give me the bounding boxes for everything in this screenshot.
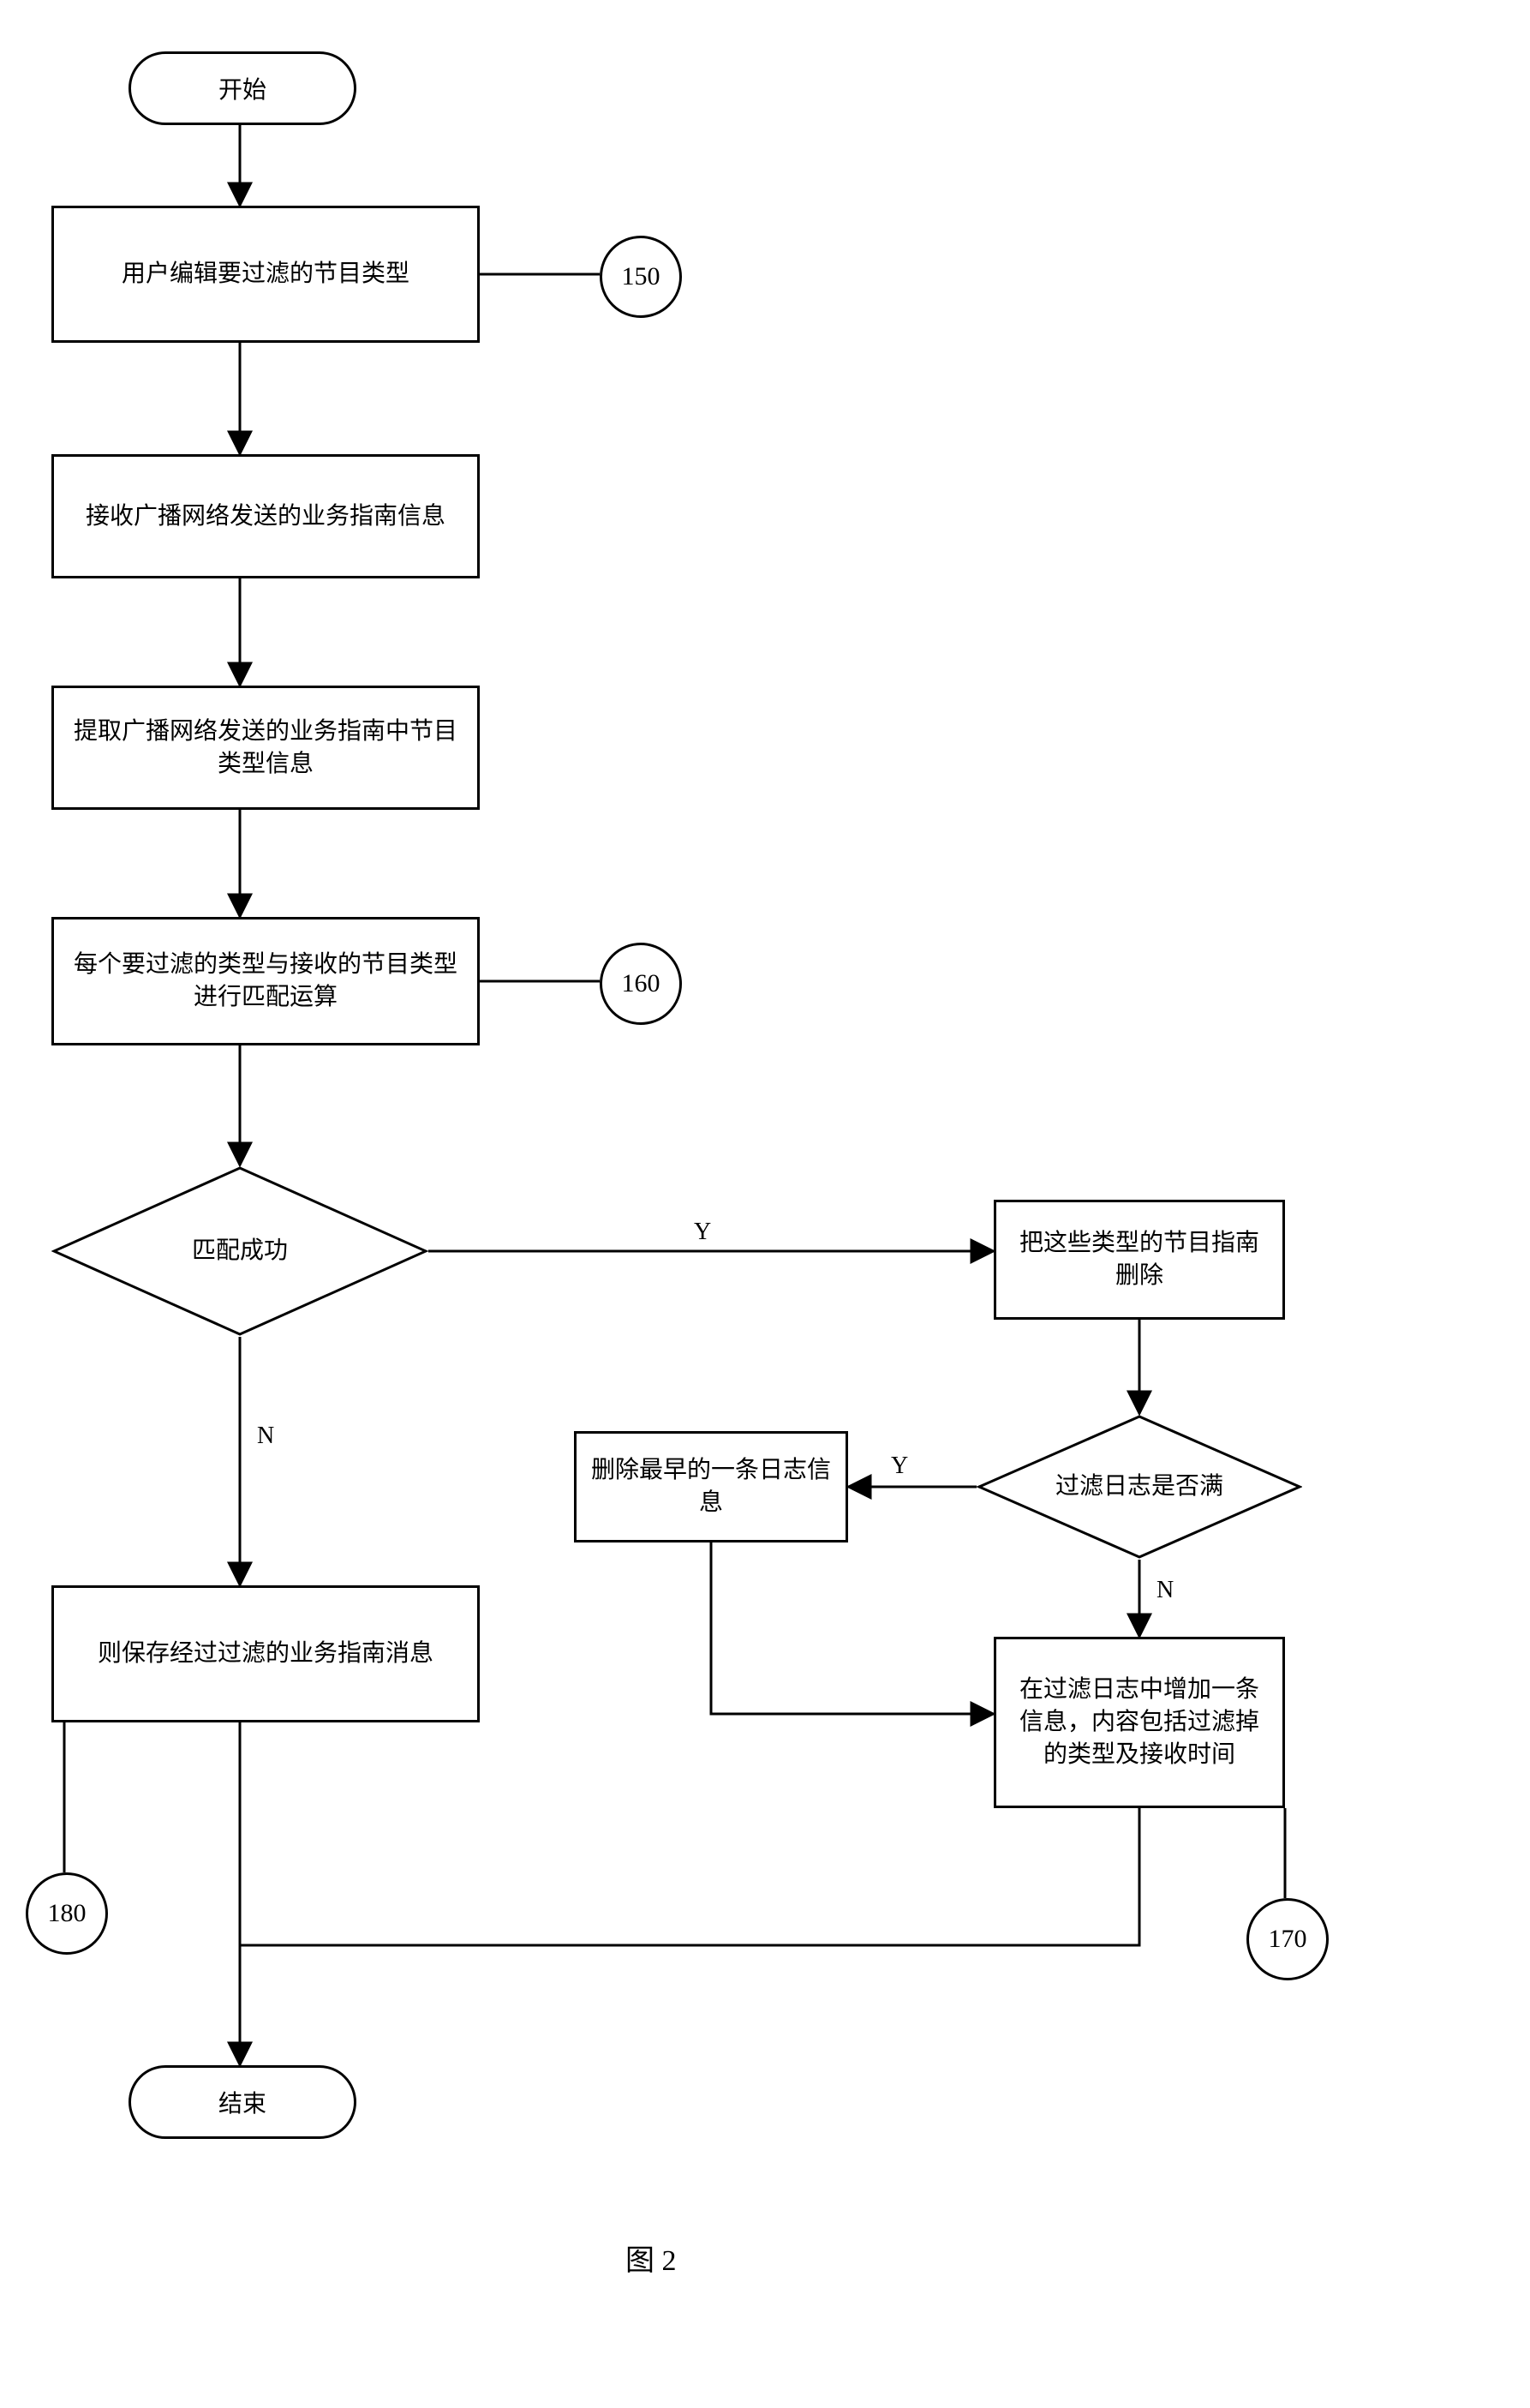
edge-y1: Y xyxy=(694,1219,711,1246)
decision-log-full: 过滤日志是否满 xyxy=(977,1414,1302,1560)
process-append-log: 在过滤日志中增加一条信息，内容包括过滤掉的类型及接收时间 xyxy=(994,1637,1285,1808)
edge-y2: Y xyxy=(891,1453,908,1480)
decision-match-success-text: 匹配成功 xyxy=(192,1236,288,1267)
process-delete-oldest-log-text: 删除最早的一条日志信息 xyxy=(590,1454,832,1519)
terminator-end: 结束 xyxy=(128,2065,356,2139)
process-extract-types: 提取广播网络发送的业务指南中节目类型信息 xyxy=(51,686,480,810)
process-receive-sg-text: 接收广播网络发送的业务指南信息 xyxy=(86,500,445,533)
edge-n1: N xyxy=(257,1423,274,1450)
process-delete-types: 把这些类型的节目指南删除 xyxy=(994,1200,1285,1320)
step-160: 160 xyxy=(600,943,682,1025)
process-match-text: 每个要过滤的类型与接收的节目类型进行匹配运算 xyxy=(68,949,463,1014)
decision-match-success: 匹配成功 xyxy=(51,1165,428,1337)
end-label: 结束 xyxy=(218,2085,266,2119)
process-save-filtered-text: 则保存经过过滤的业务指南消息 xyxy=(98,1638,433,1670)
step-170: 170 xyxy=(1246,1898,1329,1980)
process-save-filtered: 则保存经过过滤的业务指南消息 xyxy=(51,1585,480,1722)
process-extract-types-text: 提取广播网络发送的业务指南中节目类型信息 xyxy=(68,716,463,781)
decision-log-full-text: 过滤日志是否满 xyxy=(1055,1471,1223,1502)
terminator-start: 开始 xyxy=(128,51,356,125)
process-edit-types: 用户编辑要过滤的节目类型 xyxy=(51,206,480,343)
process-edit-types-text: 用户编辑要过滤的节目类型 xyxy=(122,258,409,291)
process-delete-types-text: 把这些类型的节目指南删除 xyxy=(1010,1227,1269,1292)
process-receive-sg: 接收广播网络发送的业务指南信息 xyxy=(51,454,480,578)
step-150: 150 xyxy=(600,236,682,318)
flowchart: 开始 用户编辑要过滤的节目类型 150 接收广播网络发送的业务指南信息 提取广播… xyxy=(34,34,1491,2348)
figure-caption: 图 2 xyxy=(625,2237,677,2279)
edge-n2: N xyxy=(1156,1577,1174,1604)
process-append-log-text: 在过滤日志中增加一条信息，内容包括过滤掉的类型及接收时间 xyxy=(1010,1674,1269,1770)
step-180: 180 xyxy=(26,1872,108,1955)
process-delete-oldest-log: 删除最早的一条日志信息 xyxy=(574,1431,848,1542)
start-label: 开始 xyxy=(218,71,266,105)
process-match: 每个要过滤的类型与接收的节目类型进行匹配运算 xyxy=(51,917,480,1045)
